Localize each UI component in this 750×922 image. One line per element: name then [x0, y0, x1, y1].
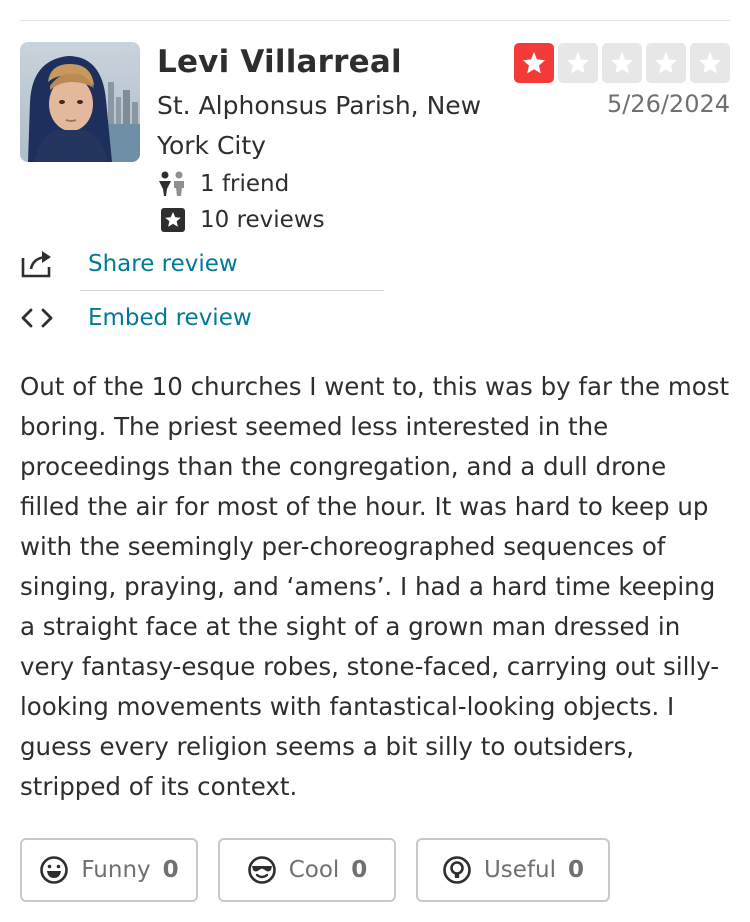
code-brackets-icon [20, 300, 60, 336]
action-divider [80, 290, 384, 291]
friends-icon [157, 170, 191, 198]
review-date: 5/26/2024 [606, 90, 730, 118]
share-review-label[interactable]: Share review [88, 251, 238, 277]
friends-count: 1 friend [200, 171, 290, 197]
cool-count: 0 [351, 857, 368, 883]
star-rating [514, 43, 730, 83]
funny-button[interactable]: Funny 0 [20, 838, 198, 902]
cool-button[interactable]: Cool 0 [218, 838, 396, 902]
user-avatar[interactable] [20, 42, 140, 162]
funny-count: 0 [162, 857, 179, 883]
share-review-button[interactable]: Share review [20, 246, 238, 282]
cool-label: Cool [288, 857, 340, 883]
embed-review-button[interactable]: Embed review [20, 300, 252, 336]
reviews-stat: 10 reviews [157, 206, 325, 234]
rating-star-1 [514, 43, 554, 83]
top-divider [20, 20, 730, 21]
share-icon [20, 246, 60, 282]
rating-star-3 [602, 43, 642, 83]
review-star-icon [160, 206, 194, 234]
funny-face-icon [39, 855, 69, 885]
reviews-count: 10 reviews [200, 207, 325, 233]
review-text: Out of the 10 churches I went to, this w… [20, 372, 730, 801]
friends-stat: 1 friend [157, 170, 289, 198]
rating-star-2 [558, 43, 598, 83]
funny-label: Funny [81, 857, 151, 883]
rating-star-4 [646, 43, 686, 83]
lightbulb-icon [442, 855, 472, 885]
sunglasses-face-icon [247, 855, 277, 885]
useful-count: 0 [568, 857, 585, 883]
embed-review-label[interactable]: Embed review [88, 305, 252, 331]
rating-star-5 [690, 43, 730, 83]
useful-label: Useful [483, 857, 557, 883]
user-location: St. Alphonsus Parish, New York City [157, 91, 482, 160]
useful-button[interactable]: Useful 0 [416, 838, 610, 902]
user-name[interactable]: Levi Villarreal [157, 44, 402, 80]
